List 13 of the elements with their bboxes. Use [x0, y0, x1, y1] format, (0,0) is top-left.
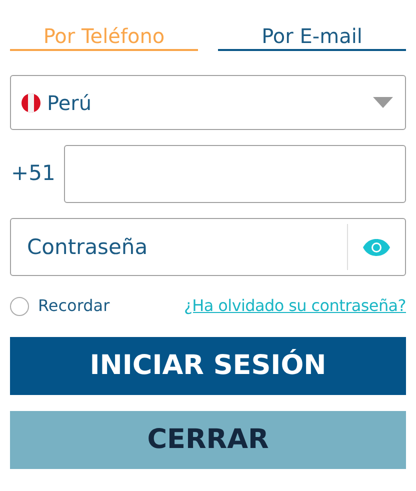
country-value: Perú — [47, 90, 92, 116]
login-button[interactable]: INICIAR SESIÓN — [10, 337, 406, 395]
dropdown-caret-icon — [373, 97, 393, 108]
remember-label: Recordar — [38, 295, 110, 317]
flag-icon — [21, 92, 41, 112]
country-select[interactable]: Perú — [10, 75, 406, 130]
phone-input-field[interactable] — [64, 145, 406, 203]
password-field[interactable]: Contraseña — [10, 218, 406, 276]
phone-prefix: +51 — [10, 160, 56, 188]
close-button[interactable]: CERRAR — [10, 411, 406, 469]
remember-radio[interactable] — [10, 296, 29, 316]
eye-icon[interactable] — [363, 238, 390, 256]
tab[interactable]: Por E-mail — [218, 22, 406, 51]
